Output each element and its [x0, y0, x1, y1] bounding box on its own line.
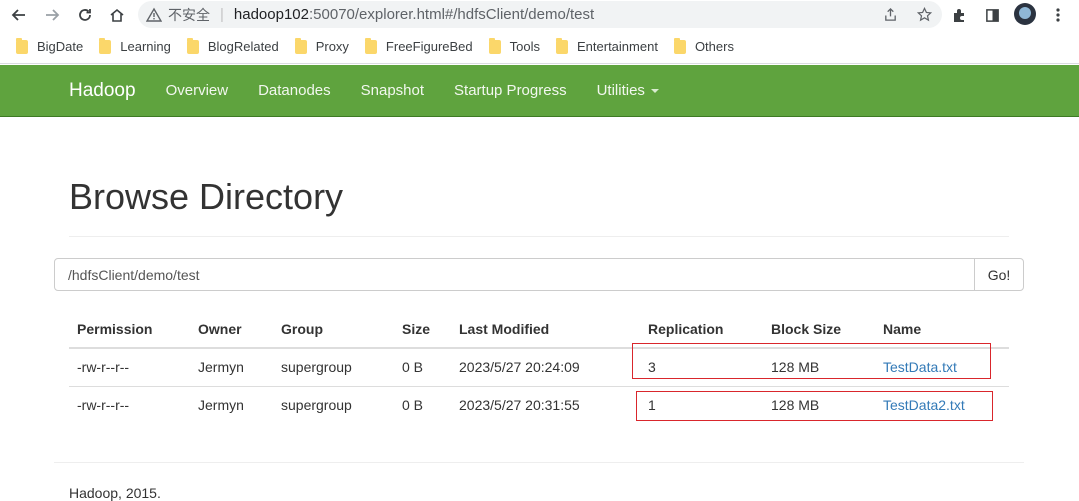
folder-icon: [364, 37, 377, 54]
bookmarks-bar: BigDate Learning BlogRelated Proxy FreeF…: [0, 30, 1079, 64]
footer-divider: [54, 462, 1024, 463]
caret-down-icon: [650, 89, 659, 94]
reload-icon[interactable]: [74, 4, 96, 26]
footer-text: Hadoop, 2015.: [69, 485, 161, 501]
folder-icon: [556, 37, 568, 54]
bookmark-proxy[interactable]: Proxy: [294, 37, 349, 54]
folder-icon: [99, 37, 112, 54]
brand-logo[interactable]: Hadoop: [69, 80, 136, 102]
bookmark-bigdate[interactable]: BigDate: [16, 37, 84, 54]
back-icon[interactable]: [8, 4, 30, 26]
cell-last-modified: 2023/5/27 20:31:55: [459, 397, 580, 414]
cell-permission: -rw-r--r--: [69, 348, 190, 387]
cell-size: 0 B: [402, 397, 424, 414]
bookmark-others[interactable]: Others: [673, 37, 734, 54]
bookmark-label: BlogRelated: [207, 39, 279, 54]
cell-last-modified: 2023/5/27 20:24:09: [451, 348, 640, 387]
bookmark-label: BigDate: [37, 39, 84, 54]
highlight-box: [636, 391, 993, 421]
col-permission[interactable]: Permission: [69, 310, 190, 349]
url-host: hadoop102: [233, 6, 309, 23]
url-path: :50070/explorer.html#/hdfsClient/demo/te…: [309, 6, 595, 23]
menu-kebab-icon[interactable]: [1048, 5, 1068, 25]
bookmark-label: Tools: [509, 39, 540, 54]
bookmark-label: Proxy: [315, 39, 349, 54]
insecure-label: 不安全: [168, 6, 210, 23]
col-size[interactable]: Size: [394, 310, 451, 349]
bookmark-star-icon[interactable]: [916, 6, 932, 22]
nav-datanodes[interactable]: Datanodes: [258, 82, 331, 99]
home-icon[interactable]: [106, 4, 128, 26]
bookmark-learning[interactable]: Learning: [99, 37, 171, 54]
hadoop-navbar: Hadoop Overview Datanodes Snapshot Start…: [0, 65, 1079, 117]
nav-startup-progress[interactable]: Startup Progress: [454, 82, 567, 99]
cell-group: supergroup: [281, 397, 352, 414]
bookmark-label: FreeFigureBed: [385, 39, 473, 54]
share-icon[interactable]: [882, 6, 898, 22]
folder-icon: [294, 37, 307, 54]
nav-overview[interactable]: Overview: [166, 82, 229, 99]
bookmark-label: Others: [694, 39, 734, 54]
col-group[interactable]: Group: [273, 310, 394, 349]
directory-path-input[interactable]: [54, 258, 975, 291]
forward-icon[interactable]: [41, 4, 63, 26]
nav-utilities-dropdown[interactable]: Utilities: [597, 82, 659, 99]
cell-group: supergroup: [273, 348, 394, 387]
nav-snapshot[interactable]: Snapshot: [361, 82, 424, 99]
bookmark-label: Learning: [120, 39, 171, 54]
folder-icon: [16, 37, 28, 54]
warning-icon: [146, 7, 162, 23]
cell-size: 0 B: [394, 348, 451, 387]
col-owner[interactable]: Owner: [190, 310, 273, 349]
go-button[interactable]: Go!: [974, 258, 1024, 291]
profile-avatar[interactable]: [1014, 3, 1036, 25]
bookmark-blogrelated[interactable]: BlogRelated: [186, 37, 279, 54]
page-title: Browse Directory: [69, 176, 344, 217]
highlight-box: [632, 343, 991, 379]
bookmark-freefigurebed[interactable]: FreeFigureBed: [364, 37, 473, 54]
nav-utilities-label: Utilities: [596, 82, 645, 99]
address-separator: |: [220, 6, 224, 23]
folder-icon: [673, 37, 686, 54]
address-bar[interactable]: 不安全 | hadoop102:50070/explorer.html#/hdf…: [138, 1, 942, 28]
title-divider: [69, 236, 1009, 237]
extensions-icon[interactable]: [950, 5, 970, 25]
folder-icon: [488, 37, 501, 54]
bookmark-tools[interactable]: Tools: [488, 37, 540, 54]
side-panel-icon[interactable]: [982, 5, 1002, 25]
cell-permission: -rw-r--r--: [77, 397, 130, 414]
col-last-modified[interactable]: Last Modified: [451, 310, 640, 349]
bookmark-label: Entertainment: [577, 39, 658, 54]
browser-toolbar: 不安全 | hadoop102:50070/explorer.html#/hdf…: [0, 0, 1079, 30]
folder-icon: [186, 37, 199, 54]
cell-owner: Jermyn: [190, 348, 273, 387]
cell-owner: Jermyn: [198, 397, 244, 414]
bookmark-entertainment[interactable]: Entertainment: [556, 37, 658, 54]
